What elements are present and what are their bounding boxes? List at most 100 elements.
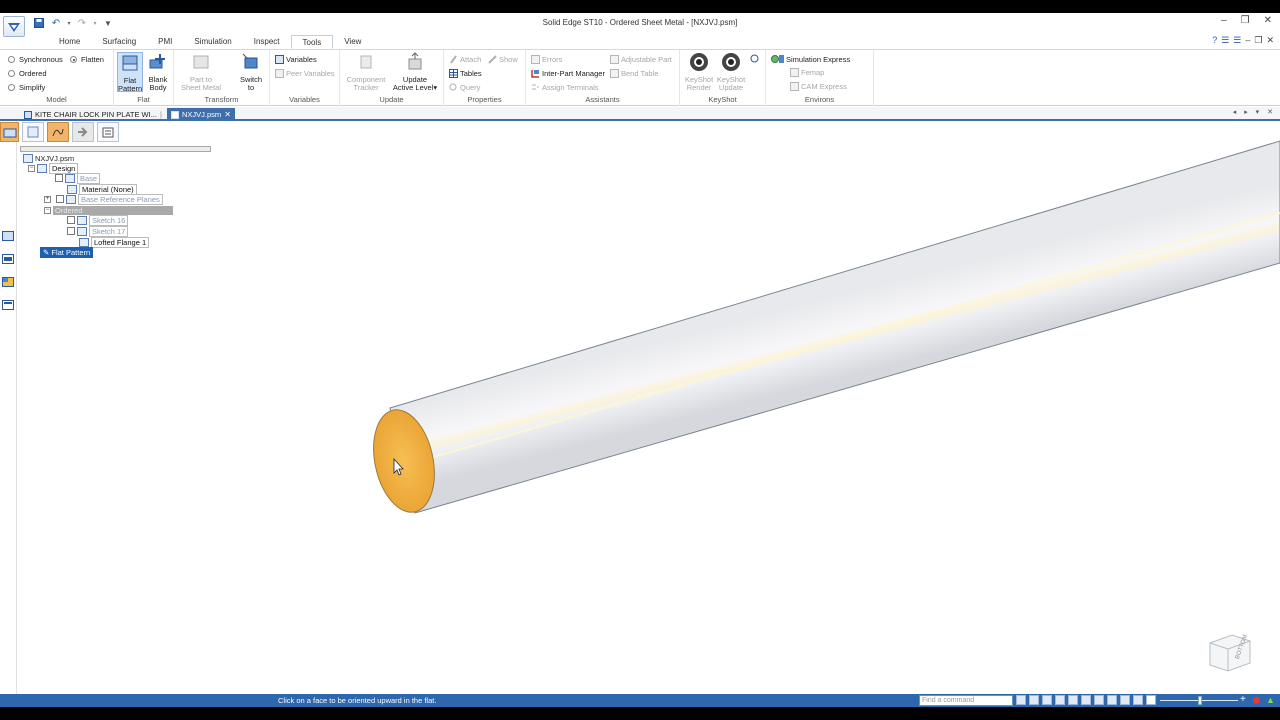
cam-express-button[interactable]: CAM Express <box>790 82 847 91</box>
sensors-icon[interactable] <box>2 300 14 310</box>
display-icon[interactable] <box>1133 695 1143 705</box>
simulation-express-button[interactable]: Simulation Express <box>771 54 850 64</box>
doc-tab-nxjvj[interactable]: NXJVJ.psm ✕ <box>167 108 235 121</box>
adjustable-part-button[interactable]: Adjustable Part <box>610 55 672 64</box>
variables-button[interactable]: Variables <box>275 55 317 64</box>
save-icon[interactable] <box>32 16 46 30</box>
dropdown-icon[interactable]: ▾ <box>66 16 72 30</box>
view-orientation-icon[interactable] <box>1107 695 1117 705</box>
keyshot-settings-button[interactable] <box>750 54 759 63</box>
zoom-icon[interactable] <box>1042 695 1052 705</box>
restore-icon[interactable]: ❐ <box>1241 15 1250 26</box>
switch-to-button[interactable]: Switch to <box>236 52 266 92</box>
feature-filter-button[interactable] <box>72 122 94 142</box>
tree-sketch-17[interactable]: Sketch 17 <box>67 225 129 237</box>
close-icon[interactable]: ✕ <box>1264 15 1272 26</box>
pathfinder-tree-button[interactable] <box>22 122 44 142</box>
keyshot-update-button[interactable]: KeyShot Update <box>716 52 746 92</box>
sketch-filter-button[interactable] <box>47 122 69 142</box>
tab-inspect[interactable]: Inspect <box>243 35 291 49</box>
ordered-radio[interactable]: Ordered <box>8 69 47 78</box>
pathfinder-splitter[interactable] <box>20 146 211 152</box>
peer-variables-button[interactable]: Peer Variables <box>275 69 335 78</box>
zoom-in-icon[interactable]: + <box>1240 694 1246 705</box>
checkbox[interactable] <box>67 227 75 235</box>
show-button[interactable]: Show <box>488 55 518 64</box>
tree-flat-pattern[interactable]: ✎ Flat Pattern <box>40 246 94 258</box>
doc-tab-kite-chair[interactable]: KITE CHAIR LOCK PIN PLATE WI... | <box>20 108 166 121</box>
properties-filter-button[interactable] <box>97 122 119 142</box>
simplify-radio[interactable]: Simplify <box>8 83 45 92</box>
command-finder-input[interactable]: Find a command <box>919 695 1013 706</box>
sheet-metal-toggle[interactable] <box>0 122 19 142</box>
blank-body-button[interactable]: Blank Body <box>145 52 171 92</box>
minimize-icon[interactable]: – <box>1221 15 1227 26</box>
3d-model-view[interactable]: BOTTOM <box>220 123 1280 695</box>
errors-button[interactable]: Errors <box>531 55 562 64</box>
zoom-slider-thumb[interactable] <box>1198 696 1202 705</box>
zoom-area-icon[interactable] <box>1029 695 1039 705</box>
checkbox[interactable] <box>56 195 64 203</box>
pan-icon[interactable] <box>1068 695 1078 705</box>
ribbon-option-icon[interactable]: ☰ <box>1221 35 1229 46</box>
tree-base[interactable]: Base <box>55 172 101 184</box>
restore-doc-icon[interactable]: ❐ <box>1254 35 1262 46</box>
zoom-out-icon[interactable] <box>1146 695 1156 705</box>
tab-surfacing[interactable]: Surfacing <box>91 35 147 49</box>
tables-button[interactable]: Tables <box>449 69 482 78</box>
tab-simulation[interactable]: Simulation <box>183 35 242 49</box>
graphics-window[interactable]: BOTTOM <box>220 123 1280 695</box>
close-doc-icon[interactable]: ✕ <box>1266 35 1274 46</box>
tab-home[interactable]: Home <box>48 35 91 49</box>
dropdown-icon[interactable]: ▾ <box>92 16 98 30</box>
flatten-radio[interactable]: Flatten <box>70 55 104 64</box>
redo-icon[interactable]: ↷ <box>75 16 89 30</box>
tab-view[interactable]: View <box>333 35 372 49</box>
update-active-level-button[interactable]: Update Active Level▾ <box>392 52 438 92</box>
view-cube[interactable]: BOTTOM <box>1209 634 1251 672</box>
collapse-icon[interactable]: − <box>28 164 35 172</box>
femap-button[interactable]: Femap <box>790 68 824 77</box>
tree-material[interactable]: Material (None) <box>67 183 137 195</box>
tab-navigation[interactable]: ◂ ▸ ▾ ✕ <box>1233 108 1276 116</box>
tree-base-reference-planes[interactable]: + Base Reference Planes <box>44 193 163 205</box>
application-button[interactable] <box>3 16 25 37</box>
tab-pmi[interactable]: PMI <box>147 35 183 49</box>
close-tab-icon[interactable]: ✕ <box>224 110 231 119</box>
attach-button[interactable]: Attach <box>449 55 481 64</box>
feature-library-icon[interactable] <box>2 254 14 264</box>
tree-sketch-16[interactable]: Sketch 16 <box>67 214 129 226</box>
tab-tools[interactable]: Tools <box>290 35 334 49</box>
upload-icon[interactable]: ▲ <box>1266 695 1275 705</box>
inter-part-manager-button[interactable]: Inter-Part Manager <box>531 69 605 78</box>
assign-terminals-button[interactable]: Assign Terminals <box>531 83 599 92</box>
checkbox[interactable] <box>67 216 75 224</box>
flat-pattern-button[interactable]: Flat Pattern <box>117 52 143 93</box>
collapse-icon[interactable]: − <box>44 206 51 214</box>
parts-library-icon[interactable] <box>2 277 14 287</box>
arrow-icon[interactable] <box>1016 695 1026 705</box>
style-icon[interactable] <box>1120 695 1130 705</box>
tree-design[interactable]: − Design <box>28 162 79 174</box>
tree-root[interactable]: NXJVJ.psm <box>23 153 74 163</box>
help-icon[interactable]: ? <box>1212 35 1217 46</box>
cylinder-rod[interactable] <box>389 140 1280 514</box>
ribbon-option-icon[interactable]: ☰ <box>1233 35 1241 46</box>
undo-icon[interactable]: ↶ <box>49 16 63 30</box>
part-to-sheet-metal-button[interactable]: Part to Sheet Metal <box>178 52 224 92</box>
synchronous-radio[interactable]: Synchronous <box>8 55 63 64</box>
record-icon[interactable] <box>1253 697 1260 704</box>
bend-table-button[interactable]: Bend Table <box>610 69 658 78</box>
customize-icon[interactable]: ▼ <box>101 16 115 30</box>
tree-lofted-flange[interactable]: Lofted Flange 1 <box>79 236 150 248</box>
expand-icon[interactable]: + <box>44 195 51 203</box>
checkbox[interactable] <box>55 174 63 182</box>
fit-icon[interactable] <box>1055 695 1065 705</box>
rotate-icon[interactable] <box>1081 695 1091 705</box>
tree-ordered[interactable]: − Ordered <box>44 205 173 215</box>
query-button[interactable]: Query <box>449 83 480 92</box>
spin-icon[interactable] <box>1094 695 1104 705</box>
keyshot-render-button[interactable]: KeyShot Render <box>684 52 714 92</box>
layers-icon[interactable] <box>2 231 14 241</box>
minimize-doc-icon[interactable]: – <box>1245 35 1250 46</box>
